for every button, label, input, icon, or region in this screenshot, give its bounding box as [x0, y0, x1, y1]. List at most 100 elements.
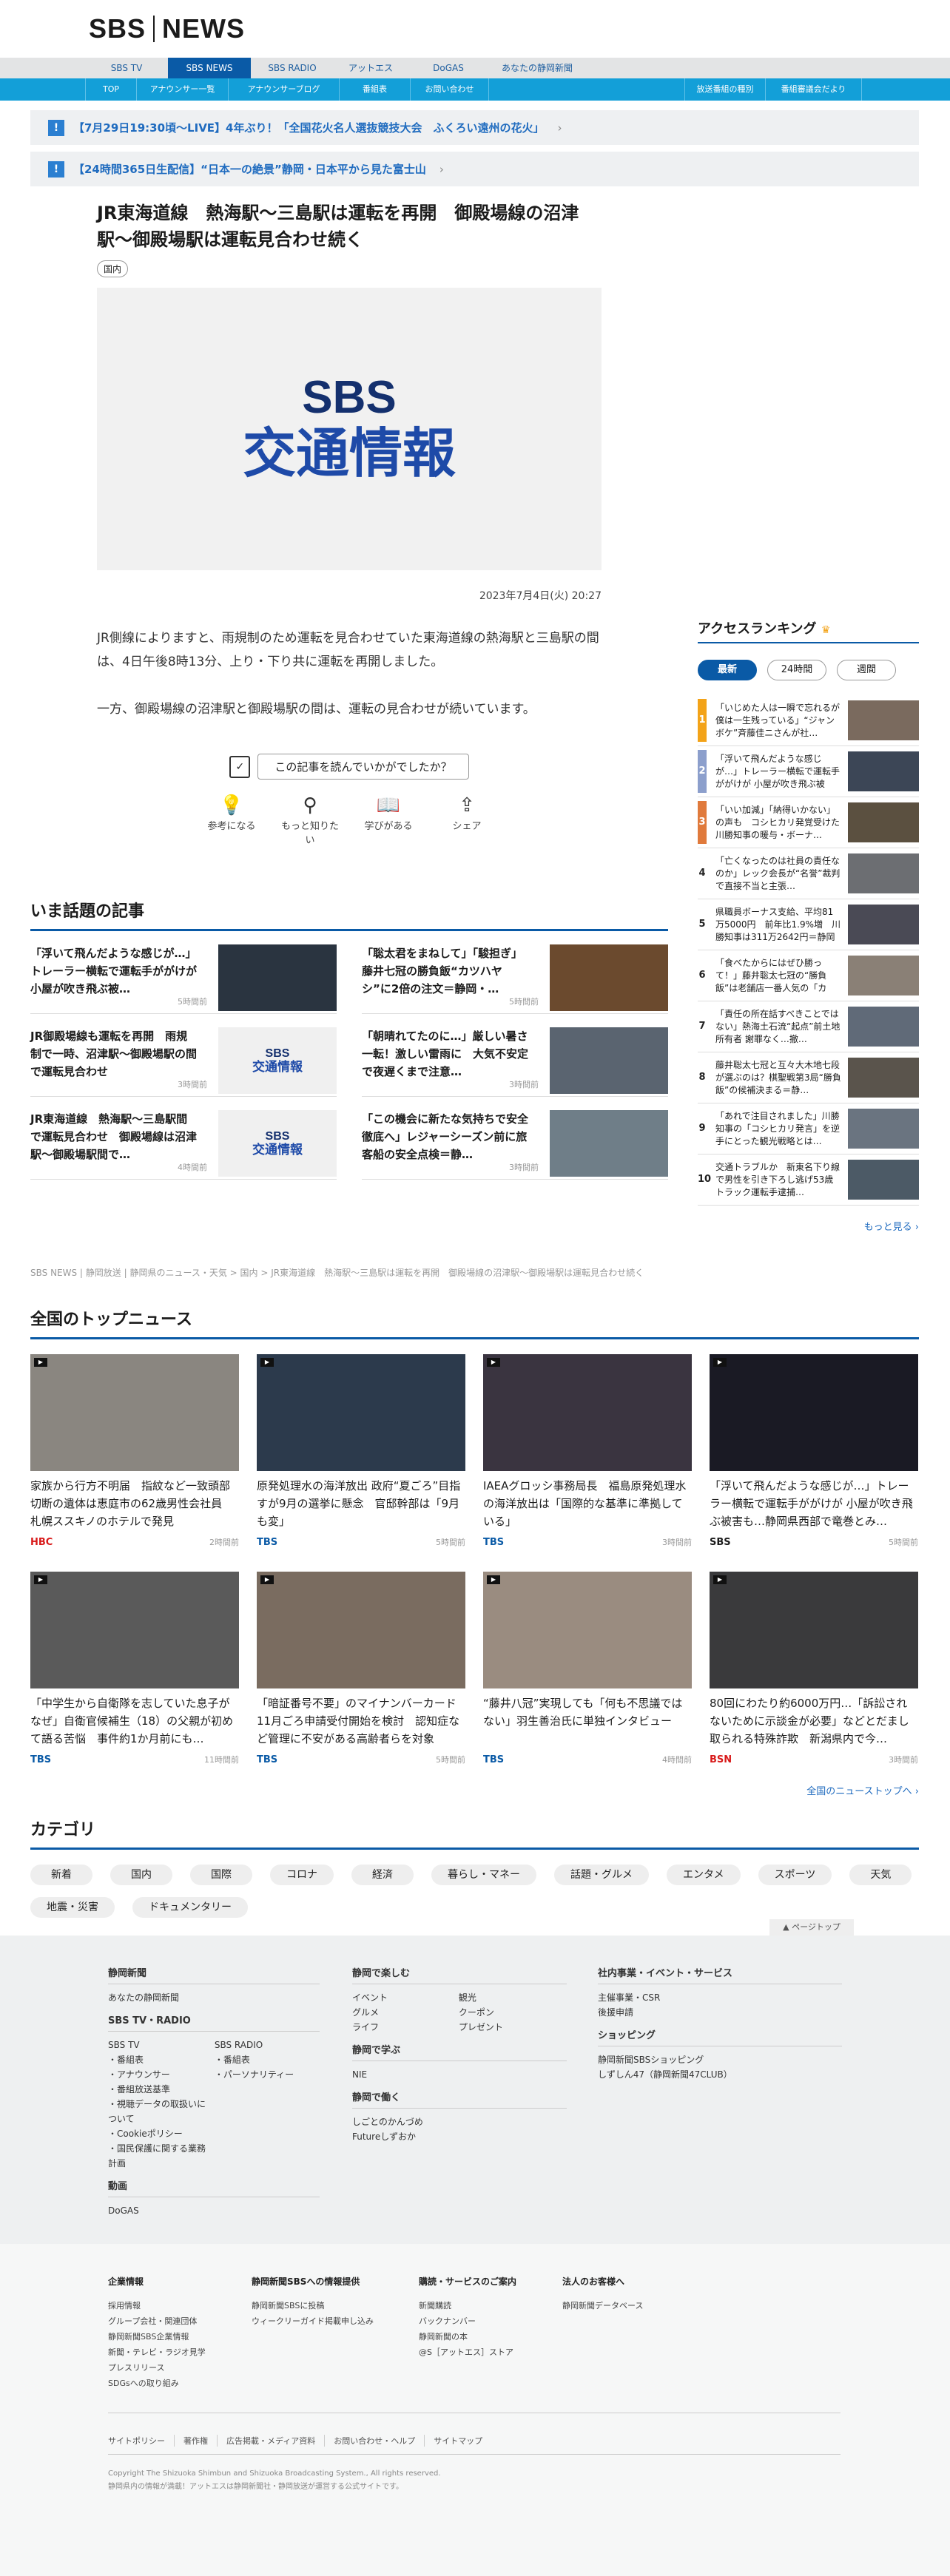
footer-link[interactable]: ウィークリーガイド掲載申し込み	[252, 2313, 374, 2329]
footer-link[interactable]: 採用情報	[108, 2298, 206, 2313]
alert-banner-fuji-live[interactable]: ! 【24時間365日生配信】“日本一の絶景”静岡・日本平から見た富士山 ›	[30, 152, 919, 186]
footer-link[interactable]: SBS RADIO	[215, 2038, 318, 2052]
ranking-item[interactable]: 5 県職員ボーナス支給、平均81万5000円 前年比1.9%増 川勝知事は311万…	[698, 899, 919, 950]
subnav-announcers[interactable]: アナウンサー一覧	[137, 78, 229, 101]
category-chip[interactable]: エンタメ	[667, 1865, 741, 1885]
trending-item[interactable]: 「浮いて飛んだような感じが…」トレーラー横転で運転手ががけが 小屋が吹き飛ぶ被……	[30, 931, 337, 1014]
footer-link[interactable]: グループ会社・関連団体	[108, 2313, 206, 2329]
footer-link[interactable]: ・アナウンサー	[108, 2067, 212, 2082]
national-news-item[interactable]: ▶ 原発処理水の海洋放出 政府“夏ごろ”目指すが9月の選挙に懸念 官邸幹部は「9月…	[257, 1354, 465, 1554]
ranking-item[interactable]: 10 交通トラブルか 新東名下り線で男性を引き下ろし逃げ53歳トラック運転手逮捕…	[698, 1155, 919, 1206]
national-more-link[interactable]: 全国のニューストップへ ›	[30, 1783, 919, 1797]
footer-link[interactable]: バックナンバー	[419, 2313, 516, 2329]
footer-link[interactable]: NIE	[352, 2067, 567, 2082]
footer-link[interactable]: プレスリリース	[108, 2360, 206, 2376]
tab-latest[interactable]: 最新	[698, 660, 757, 680]
ranking-item[interactable]: 1 「いじめた人は一瞬で忘れるが僕は一生残っている」“ジャンボケ”斉藤佳ニさんが社…	[698, 695, 919, 746]
subnav-top[interactable]: TOP	[85, 78, 137, 101]
trending-item[interactable]: JR東海道線 熱海駅〜三島駅間で運転見合わせ 御殿場線は沼津駅〜御殿場駅間で… S…	[30, 1097, 337, 1180]
footer-link[interactable]: 主催事業・CSR	[598, 1990, 842, 2005]
footer-link[interactable]: プレゼント	[459, 2020, 562, 2035]
breadcrumb[interactable]: SBS NEWS | 静岡放送 | 静岡県のニュース・天気 > 国内 > JR東…	[30, 1266, 644, 1279]
reaction-know-more[interactable]: ⚲ もっと知りたい	[277, 793, 343, 846]
footer-link[interactable]: ・視聴データの取扱いについて	[108, 2097, 212, 2126]
footer-link[interactable]: サイトマップ	[425, 2435, 491, 2447]
footer-link[interactable]: 広告掲載・メディア資料	[218, 2435, 326, 2447]
subnav-program-guide[interactable]: 番組表	[340, 78, 411, 101]
footer-link[interactable]: @S［アットエス］ストア	[419, 2345, 516, 2360]
tab-24h[interactable]: 24時間	[767, 660, 826, 680]
footer-link[interactable]: 静岡新聞SBSに投稿	[252, 2298, 374, 2313]
national-news-item[interactable]: ▶ 「浮いて飛んだような感じが…」トレーラー横転で運転手ががけが 小屋が吹き飛ぶ被…	[710, 1354, 918, 1554]
footer-link[interactable]: 著作権	[175, 2435, 218, 2447]
category-chip[interactable]: 話題・グルメ	[554, 1865, 649, 1885]
footer-link[interactable]: 新聞購読	[419, 2298, 516, 2313]
trending-item[interactable]: 「朝晴れてたのに…」厳しい暑さ一転！激しい雷雨に 大気不安定で夜遅くまで注意… 3…	[362, 1014, 668, 1097]
footer-link[interactable]: 静岡新聞SBS企業情報	[108, 2329, 206, 2345]
tab-weekly[interactable]: 週間	[837, 660, 896, 680]
ranking-item[interactable]: 7 「責任の所在話すべきことではない」熱海土石流“起点”前土地所有者 謝罪なく…撤…	[698, 1001, 919, 1052]
trending-item[interactable]: 「この機会に新たな気持ちで安全徹底へ」レジャーシーズン前に旅客船の安全点検＝静……	[362, 1097, 668, 1180]
category-chip[interactable]: 経済	[351, 1865, 414, 1885]
category-tag[interactable]: 国内	[97, 260, 129, 277]
footer-link[interactable]: ・番組放送基準	[108, 2082, 212, 2097]
national-news-item[interactable]: ▶ 80回にわたり約6000万円…「訴訟されないために示談金が必要」などとだまし取…	[710, 1572, 918, 1771]
gnav-shizuoka-shimbun[interactable]: あなたの静岡新聞	[489, 58, 585, 78]
footer-link[interactable]: しずしん47（静岡新聞47CLUB）	[598, 2067, 842, 2082]
ranking-item[interactable]: 8 藤井聡太七冠と互々大木地七段が選ぶのは？棋聖戦第3局“勝負飯”の候補決まる＝静…	[698, 1052, 919, 1103]
reaction-helpful[interactable]: 💡 参考になる	[198, 793, 265, 846]
category-chip[interactable]: 国際	[190, 1865, 252, 1885]
footer-link[interactable]: 後援申請	[598, 2005, 842, 2020]
subnav-program-types[interactable]: 放送番組の種別	[684, 78, 766, 101]
footer-link[interactable]: クーポン	[459, 2005, 562, 2020]
ranking-more-link[interactable]: もっと見る ›	[698, 1219, 919, 1233]
national-news-item[interactable]: ▶ 家族から行方不明届 指紋など一致頭部切断の遺体は恵庭市の62歳男性会社員 札幌…	[30, 1354, 239, 1554]
category-chip[interactable]: 暮らし・マネー	[431, 1865, 536, 1885]
category-chip[interactable]: 天気	[849, 1865, 912, 1885]
footer-link[interactable]: ・パーソナリティー	[215, 2067, 318, 2082]
footer-link[interactable]: Futureしずおか	[352, 2129, 567, 2144]
subnav-council-report[interactable]: 番組審議会だより	[766, 78, 862, 101]
gnav-dogas[interactable]: DoGAS	[408, 58, 489, 78]
national-news-item[interactable]: ▶ 「中学生から自衛隊を志していた息子がなぜ」自衛官候補生（18）の父親が初めて語…	[30, 1572, 239, 1771]
gnav-at-s[interactable]: アットエス	[334, 58, 408, 78]
footer-link[interactable]: しごとのかんづめ	[352, 2114, 567, 2129]
ranking-item[interactable]: 3 「いい加減」「納得いかない」の声も コシヒカリ発覚受けた川勝知事の暖与・ボーナ…	[698, 797, 919, 848]
footer-link[interactable]: 静岡新聞SBSショッピング	[598, 2052, 842, 2067]
footer-link[interactable]: お問い合わせ・ヘルプ	[325, 2435, 425, 2447]
national-news-item[interactable]: ▶ “藤井八冠”実現しても「何も不思議ではない」羽生善治氏に単独インタビュー TBS…	[483, 1572, 692, 1771]
category-chip[interactable]: 地震・災害	[30, 1897, 115, 1918]
footer-link[interactable]: ・Cookieポリシー	[108, 2126, 212, 2141]
footer-link[interactable]: グルメ	[352, 2005, 456, 2020]
category-chip[interactable]: コロナ	[270, 1865, 334, 1885]
gnav-sbs-news[interactable]: SBS NEWS	[168, 58, 251, 78]
footer-link[interactable]: 新聞・テレビ・ラジオ見学	[108, 2345, 206, 2360]
category-chip[interactable]: ドキュメンタリー	[132, 1897, 248, 1918]
reaction-share[interactable]: ⇪ シェア	[434, 793, 500, 846]
footer-link[interactable]: SDGsへの取り組み	[108, 2376, 206, 2391]
footer-link[interactable]: SBS TV	[108, 2038, 212, 2052]
category-chip[interactable]: 新着	[30, 1865, 92, 1885]
trending-item[interactable]: JR御殿場線も運転を再開 雨規制で一時、沼津駅〜御殿場駅の間で運転見合わせ SBS…	[30, 1014, 337, 1097]
gnav-sbs-radio[interactable]: SBS RADIO	[251, 58, 334, 78]
footer-link[interactable]: 観光	[459, 1990, 562, 2005]
category-chip[interactable]: 国内	[110, 1865, 172, 1885]
footer-link[interactable]: サイトポリシー	[108, 2435, 175, 2447]
ranking-item[interactable]: 9 「あれで注目されました」川勝知事の「コシヒカリ発言」を逆手にとった観光戦略とは…	[698, 1103, 919, 1155]
national-news-item[interactable]: ▶ IAEAグロッシ事務局長 福島原発処理水の海洋放出は「国際的な基準に準拠してい…	[483, 1354, 692, 1554]
reaction-learned[interactable]: 📖 学びがある	[355, 793, 422, 846]
survey-button[interactable]: この記事を読んでいかがでしたか？	[257, 754, 469, 780]
subnav-contact[interactable]: お問い合わせ	[411, 78, 489, 101]
footer-link[interactable]: ・番組表	[215, 2052, 318, 2067]
trending-item[interactable]: 「聡太君をまねして」「駿担ぎ」藤井七冠の勝負飯“カツハヤシ”に2倍の注文＝静岡・…	[362, 931, 668, 1014]
category-chip[interactable]: スポーツ	[758, 1865, 832, 1885]
footer-link[interactable]: イベント	[352, 1990, 456, 2005]
page-top-button[interactable]: ▲ ページトップ	[769, 1919, 854, 1936]
footer-link[interactable]: 静岡新聞データベース	[562, 2298, 643, 2313]
ranking-item[interactable]: 2 「浮いて飛んだような感じが…」トレーラー横転で運転手ががけが 小屋が吹き飛ぶ被…	[698, 746, 919, 797]
footer-link[interactable]: あなたの静岡新聞	[108, 1990, 320, 2005]
footer-link[interactable]: ライフ	[352, 2020, 456, 2035]
alert-banner-fireworks[interactable]: ! 【7月29日19:30頃〜LIVE】4年ぶり！「全国花火名人選抜競技大会 ふ…	[30, 110, 919, 145]
footer-link[interactable]: 静岡新聞の本	[419, 2329, 516, 2345]
national-news-item[interactable]: ▶ 「暗証番号不要」のマイナンバーカード 11月ごろ申請受付開始を検討 認知症など…	[257, 1572, 465, 1771]
